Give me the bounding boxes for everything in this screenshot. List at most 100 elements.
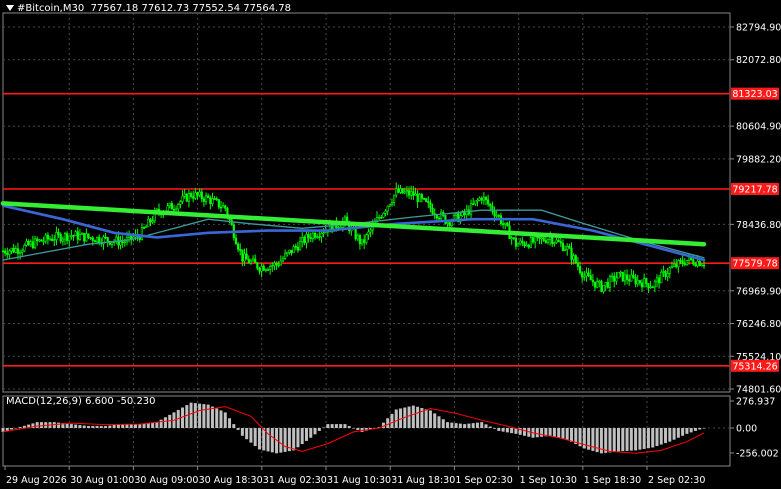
candle-body — [78, 234, 82, 240]
macd-bar — [296, 428, 300, 448]
macd-bar — [69, 424, 73, 428]
candle-body — [401, 188, 404, 194]
candle-body — [83, 232, 86, 242]
macd-bar — [424, 409, 428, 428]
candle-body — [309, 237, 312, 239]
macd-bar — [510, 428, 514, 434]
candle-body — [121, 241, 124, 243]
candle-body — [123, 241, 126, 244]
candle-body — [363, 239, 366, 243]
main-pane-frame — [2, 12, 731, 393]
candle-body — [568, 246, 571, 249]
candle-body — [643, 278, 646, 288]
candle-body — [591, 279, 594, 283]
candle-body — [247, 259, 250, 264]
candle-body — [119, 241, 122, 246]
macd-bar — [450, 422, 454, 428]
candle-body — [384, 210, 387, 214]
candle-body — [666, 273, 669, 277]
candle-body — [181, 195, 184, 202]
candle-body — [476, 200, 479, 202]
macd-bar — [441, 419, 445, 428]
x-tick-label: 30 Aug 18:30 — [199, 475, 263, 486]
candle-body — [303, 236, 306, 244]
candle-body — [59, 234, 62, 242]
macd-bar — [446, 422, 450, 428]
candle-body — [670, 266, 674, 269]
candle-body — [700, 264, 703, 267]
candle-body — [378, 216, 381, 219]
candle-body — [198, 191, 201, 196]
macd-bar — [99, 426, 103, 428]
macd-bar — [112, 425, 116, 428]
macd-bar — [475, 422, 479, 428]
macd-bar — [634, 428, 638, 451]
candle-body — [63, 233, 67, 240]
candle-body — [412, 191, 415, 196]
x-tick-label: 1 Sep 10:30 — [520, 475, 577, 486]
ohlc-values: 77567.18 77612.73 77552.54 77564.78 — [90, 3, 291, 14]
candle-body — [215, 198, 218, 200]
macd-bar — [664, 428, 668, 444]
candle-body — [249, 260, 253, 264]
candle-body — [382, 213, 385, 218]
candle-body — [514, 237, 518, 247]
candle-body — [194, 192, 197, 199]
candle-body — [427, 201, 430, 204]
candle-body — [313, 233, 317, 238]
candle-body — [290, 249, 293, 254]
candle-body — [638, 280, 641, 284]
macd-bar — [488, 426, 492, 428]
candle-body — [440, 212, 443, 219]
candle-body — [8, 250, 11, 255]
candle-body — [525, 244, 528, 247]
candle-body — [151, 220, 154, 223]
candle-body — [200, 191, 203, 200]
candle-body — [523, 242, 526, 246]
macd-bar — [253, 428, 257, 447]
dropdown-arrow-icon[interactable] — [6, 5, 14, 11]
candle-body — [196, 192, 199, 196]
candle-body — [262, 265, 265, 271]
macd-bar — [548, 428, 552, 436]
candle-body — [149, 218, 152, 223]
candle-body — [241, 249, 244, 262]
macd-bar — [655, 428, 659, 447]
candle-body — [619, 271, 622, 274]
candle-body — [566, 246, 569, 250]
macd-bar — [676, 428, 680, 438]
macd-bar — [433, 413, 437, 428]
macd-bar — [339, 424, 343, 428]
macd-bar — [249, 428, 253, 443]
candle-body — [21, 250, 24, 253]
macd-bar — [522, 428, 526, 436]
candle-body — [369, 229, 372, 233]
candle-body — [305, 234, 308, 244]
candle-body — [472, 203, 475, 205]
candle-body — [407, 190, 411, 196]
candle-body — [598, 280, 601, 283]
macd-bar — [206, 404, 210, 428]
macd-bar — [428, 410, 432, 428]
macd-bar — [642, 428, 646, 449]
candle-body — [219, 206, 223, 209]
macd-bar — [343, 424, 347, 428]
level-label: 81323.03 — [732, 89, 777, 100]
candle-body — [497, 215, 500, 217]
candle-body — [653, 280, 656, 288]
macd-bar — [104, 426, 108, 428]
candle-body — [623, 274, 627, 282]
macd-bar — [91, 426, 95, 428]
candle-body — [572, 255, 575, 260]
candle-body — [68, 235, 71, 241]
macd-bar — [189, 402, 193, 428]
macd-bar — [685, 428, 689, 434]
candle-body — [192, 196, 195, 199]
macd-bar — [326, 424, 330, 428]
candle-body — [170, 203, 173, 210]
level-label: 77579.78 — [732, 259, 777, 270]
y-tick-label: 78436.80 — [736, 220, 781, 231]
macd-bar — [356, 428, 360, 430]
candle-body — [696, 260, 699, 267]
macd-bar — [646, 428, 650, 449]
